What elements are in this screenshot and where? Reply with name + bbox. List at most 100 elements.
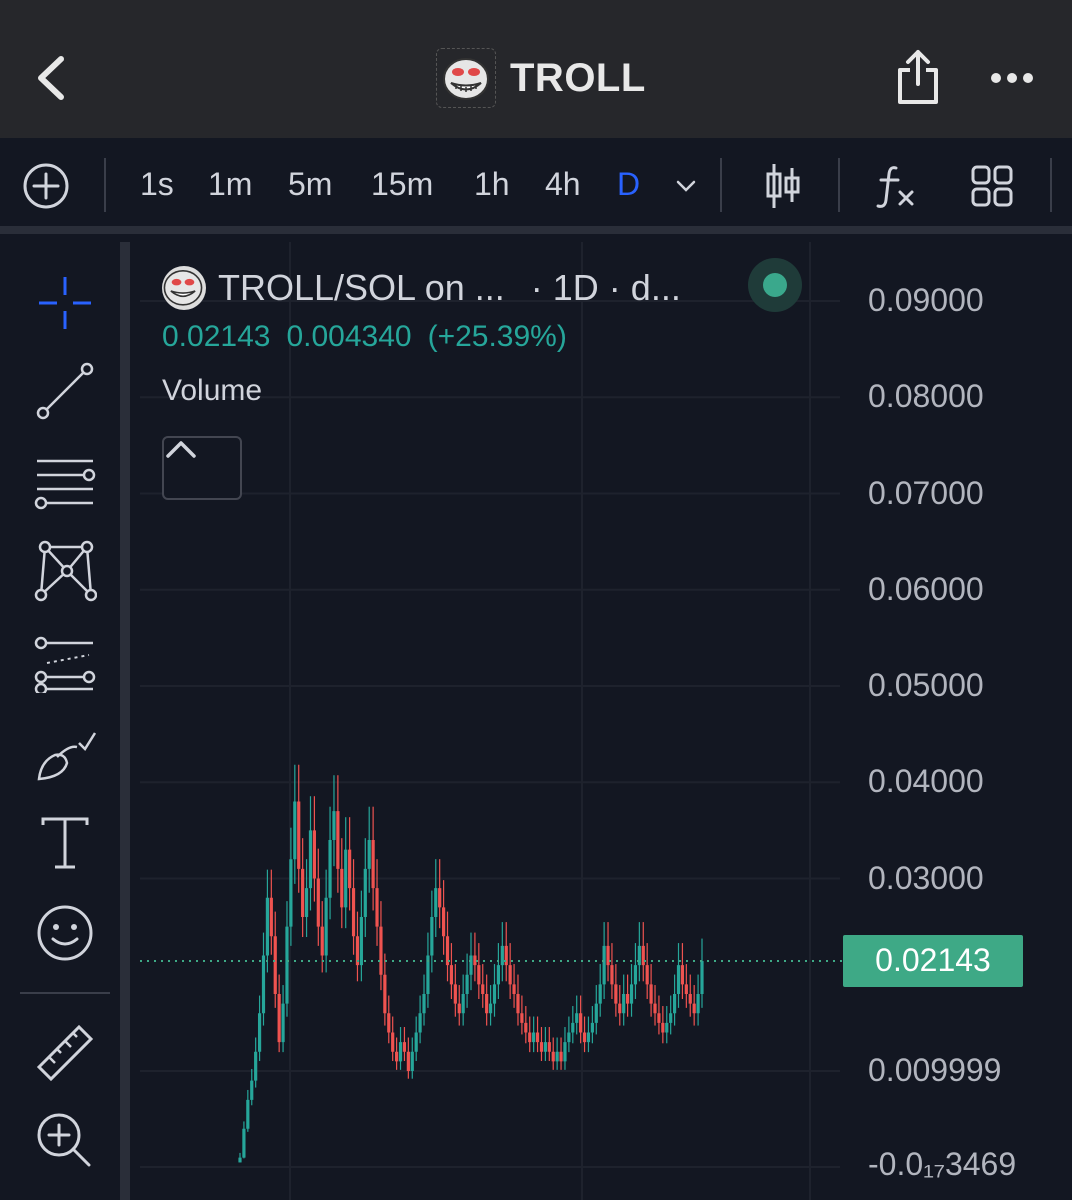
text-icon (41, 817, 89, 869)
toolbar-divider (1050, 158, 1052, 212)
candle (500, 922, 504, 982)
timeframe-4h[interactable]: 4h (545, 166, 581, 203)
candle (269, 869, 273, 955)
candle (520, 995, 524, 1035)
candle (273, 911, 277, 1008)
candle (340, 838, 344, 929)
nav-bar: TROLL (0, 0, 1072, 138)
timeframe-1m[interactable]: 1m (208, 166, 252, 203)
candle (610, 943, 614, 1000)
candle (582, 1016, 587, 1053)
candle (669, 995, 673, 1035)
candle (516, 974, 520, 1026)
legend-pair-name[interactable]: TROLL/SOL on ... (218, 267, 505, 309)
candle (688, 974, 692, 1017)
pair-logo (162, 266, 206, 310)
candle (563, 1027, 567, 1070)
candle (308, 796, 313, 911)
layouts-button[interactable] (966, 160, 1018, 212)
candle (438, 859, 442, 929)
candle (328, 806, 332, 920)
candle (363, 838, 367, 938)
candle (481, 964, 485, 1008)
candle (637, 922, 641, 982)
volume-label[interactable]: Volume (162, 374, 681, 408)
emoji-tool[interactable] (30, 898, 100, 968)
candle (426, 932, 430, 1008)
candle (684, 964, 688, 1008)
chart-type-button[interactable] (756, 160, 808, 212)
timeframe-dropdown[interactable] (674, 174, 698, 198)
toolbar-divider (104, 158, 106, 212)
candle (598, 964, 602, 1017)
timeframe-1h[interactable]: 1h (474, 166, 510, 203)
share-icon (898, 50, 938, 104)
timeframe-15m[interactable]: 15m (371, 166, 433, 203)
toolbar-divider (720, 158, 722, 212)
candle (449, 943, 454, 1000)
candle (586, 1016, 591, 1053)
candle (261, 932, 266, 1026)
price-axis-label: 0.07000 (868, 474, 984, 511)
candle (571, 1006, 575, 1044)
market-status-indicator[interactable] (748, 258, 802, 312)
measure-tool[interactable] (30, 1018, 100, 1088)
candle (344, 817, 348, 929)
candle (238, 1152, 242, 1163)
candle (641, 922, 645, 982)
candle (461, 974, 465, 1026)
candle (653, 985, 657, 1026)
function-fx-icon (876, 166, 914, 208)
candle (316, 848, 320, 946)
fib-tool[interactable] (30, 446, 100, 516)
candle (242, 1121, 246, 1159)
chart-pane[interactable]: TROLL/SOL on ... · 1D · d... 0.02143 0.00… (140, 242, 1072, 1200)
candle (508, 943, 512, 1000)
candle (379, 901, 383, 991)
candle (281, 985, 285, 1053)
grid-layout-icon (971, 165, 1013, 207)
candle (594, 985, 598, 1035)
candle (398, 1027, 403, 1070)
candle (692, 985, 696, 1026)
candle (622, 974, 626, 1026)
price-axis-label: 0.009999 (868, 1052, 1002, 1088)
pattern-tool[interactable] (30, 536, 100, 606)
token-logo (436, 48, 496, 108)
troll-face-icon (163, 270, 203, 306)
collapse-legend-button[interactable] (162, 436, 242, 500)
brush-tool[interactable] (30, 720, 100, 790)
candle (406, 1037, 410, 1079)
timeframe-5m[interactable]: 5m (288, 166, 332, 203)
text-tool[interactable] (30, 808, 100, 878)
projection-tool[interactable] (30, 628, 100, 698)
candle (387, 995, 391, 1044)
candle (355, 911, 360, 982)
zoom-in-tool[interactable] (30, 1106, 100, 1176)
candle (324, 869, 328, 973)
timeframe-1s[interactable]: 1s (140, 166, 174, 203)
legend-last-value: 0.02143 (162, 320, 271, 353)
candle (512, 964, 516, 1008)
trend-line-tool[interactable] (30, 356, 100, 426)
candle (477, 943, 481, 1000)
candle (257, 995, 262, 1061)
candle (496, 943, 501, 1000)
nav-title-group: TROLL (436, 48, 646, 108)
candle (488, 985, 493, 1026)
price-axis-label: 0.09000 (868, 282, 984, 318)
back-button[interactable] (26, 50, 74, 106)
crosshair-tool[interactable] (30, 268, 100, 338)
more-button[interactable] (984, 60, 1040, 96)
candle (575, 995, 579, 1035)
add-symbol-button[interactable] (22, 162, 70, 210)
share-button[interactable] (892, 46, 944, 108)
timeframe-d[interactable]: D (617, 166, 640, 203)
candle (297, 764, 301, 893)
candle (391, 1016, 395, 1061)
projection-icon (34, 636, 96, 693)
candle (465, 953, 469, 1008)
candle (535, 1016, 540, 1053)
indicators-button[interactable] (870, 160, 922, 212)
toolbar-divider (838, 158, 840, 212)
